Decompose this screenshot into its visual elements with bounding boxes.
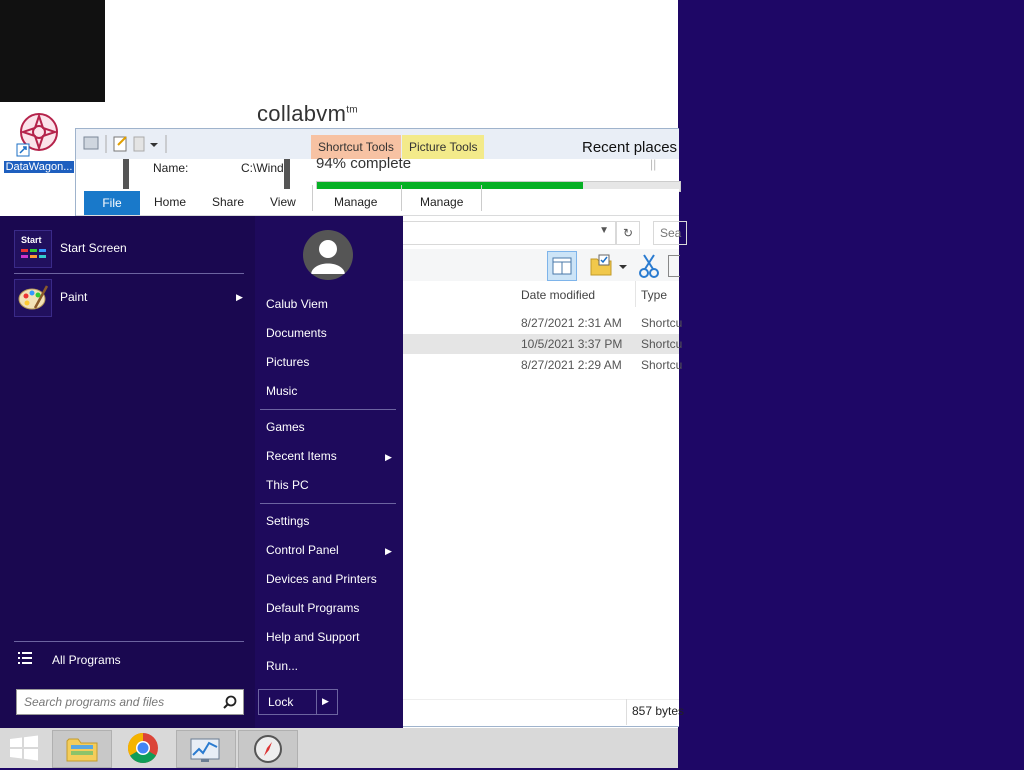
folder-check-icon [590,254,627,276]
right-link-games[interactable]: Games [266,420,305,434]
row-type: Shortcu [641,358,683,372]
row-date: 10/5/2021 3:37 PM [521,337,623,351]
tab-divider [312,185,313,211]
right-link-devices-printers[interactable]: Devices and Printers [266,572,377,586]
right-link-control-panel[interactable]: Control Panel [266,543,339,557]
row-date: 8/27/2021 2:29 AM [521,358,622,372]
pinned-paint[interactable]: Paint ▶ [14,279,244,317]
divider [14,273,244,274]
name-value: C:\Wind [241,161,284,175]
tab-home[interactable]: Home [154,195,186,209]
status-divider [626,699,627,725]
right-link-user[interactable]: Calub Viem [266,297,328,311]
start-screen-label: Start Screen [60,241,127,255]
submenu-arrow-icon: ▶ [385,546,392,556]
cut-button[interactable] [639,253,659,282]
right-link-recent-items[interactable]: Recent Items [266,449,337,463]
right-link-run[interactable]: Run... [266,659,298,673]
compass-app-taskbar-button[interactable] [238,730,298,768]
refresh-icon: ↻ [622,226,634,240]
paint-icon [14,279,52,317]
avatar[interactable] [303,230,353,280]
tab-file[interactable]: File [84,191,140,215]
picture-tools-tab[interactable]: Picture Tools [402,135,485,159]
right-link-help-support[interactable]: Help and Support [266,630,359,644]
preview-pane-icon [552,257,572,275]
folder-icon [66,738,98,762]
desktop-background [678,0,1024,768]
chrome-taskbar-button[interactable] [114,730,172,766]
scissors-icon [639,254,659,278]
start-button[interactable] [0,730,48,766]
paint-label: Paint [60,290,88,304]
search-placeholder: Search programs and files [24,695,165,709]
pause-icon[interactable]: || [650,157,656,171]
preview-pane-button[interactable] [547,251,577,281]
lock-label: Lock [268,695,294,709]
lock-divider [316,690,317,714]
refresh-button[interactable]: ↻ [616,221,640,245]
checkbox-folder-button[interactable] [589,253,629,282]
chrome-icon [127,733,158,764]
window-title: Recent places [582,139,678,156]
dark-window-fragment [0,0,105,102]
lock-options-arrow-icon[interactable]: ▶ [322,696,329,707]
tab-manage-picture[interactable]: Manage [420,195,463,209]
right-link-pictures[interactable]: Pictures [266,355,309,369]
list-icon [18,652,32,667]
status-size: 857 bytes [632,704,685,718]
desktop-shortcut-label: DataWagon... [4,161,74,173]
divider [14,641,244,642]
lock-button[interactable]: Lock ▶ [258,689,338,715]
right-link-music[interactable]: Music [266,384,297,398]
start-menu[interactable]: Start Start Screen Paint ▶ All Programs … [0,216,403,728]
right-link-settings[interactable]: Settings [266,514,309,528]
search-input[interactable]: Sea [653,221,687,245]
row-type: Shortcu [641,316,683,330]
name-label: Name: [153,161,189,175]
submenu-arrow-icon: ▶ [385,452,392,462]
taskbar [0,728,678,768]
divider [260,409,396,410]
pinned-start-screen[interactable]: Start Start Screen [14,230,244,268]
tab-view[interactable]: View [270,195,296,209]
chevron-down-icon[interactable]: ▼ [599,225,609,236]
tab-divider [481,185,482,211]
start-search-input[interactable]: Search programs and files [16,689,244,715]
right-link-this-pc[interactable]: This PC [266,478,309,492]
quick-access-toolbar [82,135,172,156]
user-icon [311,240,345,274]
start-screen-tile-icon: Start [14,230,52,268]
dialog-edge [284,159,290,189]
tab-manage-shortcut[interactable]: Manage [334,195,377,209]
file-explorer-taskbar-button[interactable] [52,730,112,768]
copy-button[interactable] [668,255,680,277]
dialog-fragment [81,159,129,189]
all-programs-label: All Programs [52,653,121,667]
resource-monitor-taskbar-button[interactable] [176,730,236,768]
tab-share[interactable]: Share [212,195,244,209]
divider [260,503,396,504]
right-link-default-programs[interactable]: Default Programs [266,601,359,615]
column-type[interactable]: Type [641,288,667,302]
collabvm-watermark: collabvmtm [257,101,358,126]
all-programs-button[interactable]: All Programs [18,652,121,667]
progress-text: 94% complete [316,155,412,172]
compass-icon [254,735,282,763]
tab-divider [401,185,402,211]
right-link-documents[interactable]: Documents [266,326,327,340]
start-menu-right-pane [255,216,403,728]
row-date: 8/27/2021 2:31 AM [521,316,622,330]
search-icon[interactable] [223,695,237,709]
row-type: Shortcu [641,337,683,351]
desktop-shortcut[interactable]: DataWagon... [4,110,74,173]
column-date-modified[interactable]: Date modified [521,288,595,302]
windows-logo-icon [10,735,38,761]
column-divider[interactable] [635,281,636,307]
datawagon-icon [16,112,59,157]
monitor-chart-icon [190,738,220,762]
submenu-arrow-icon: ▶ [236,292,243,302]
